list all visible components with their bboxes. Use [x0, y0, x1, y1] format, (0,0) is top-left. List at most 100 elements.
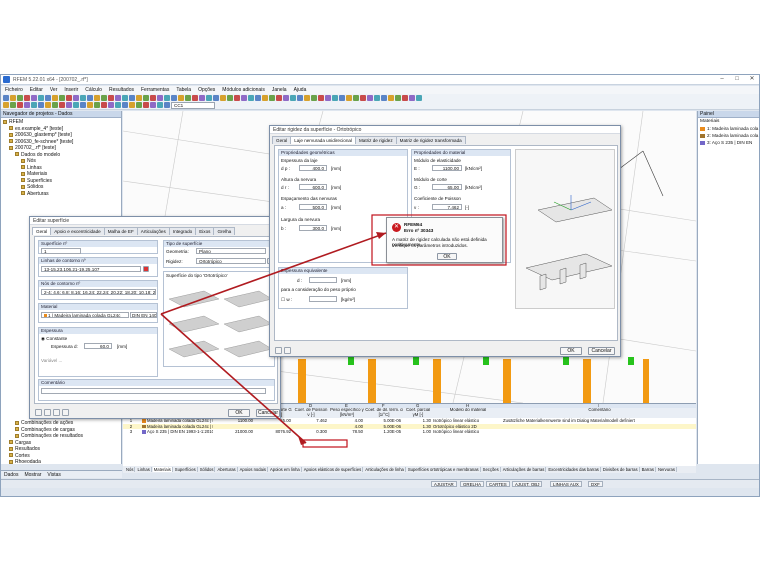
grid-icon[interactable] — [44, 409, 51, 416]
dialog-tab[interactable]: Geral — [272, 136, 292, 144]
toolbar-tool-icon[interactable] — [3, 102, 9, 108]
stiffness-select[interactable]: Ortotrópico — [196, 258, 266, 264]
eq-d-input[interactable] — [309, 277, 337, 283]
toolbar-tool-icon[interactable] — [129, 95, 135, 101]
toolbar-tool-icon[interactable] — [360, 95, 366, 101]
stiffness-ok-button[interactable]: OK — [560, 347, 582, 355]
loadcase-select[interactable]: CC1 — [171, 102, 215, 109]
toolbar-tool-icon[interactable] — [192, 95, 198, 101]
menu-item-11[interactable]: Ajuda — [294, 87, 307, 93]
menu-item-8[interactable]: Opções — [198, 87, 215, 93]
toolbar-tool-icon[interactable] — [199, 95, 205, 101]
toolbar-tool-icon[interactable] — [388, 95, 394, 101]
table-row[interactable]: 3 Aço S 235 | DIN EN 1993-1-1:2010-12 2100… — [123, 429, 696, 435]
column-header[interactable]: Comentário — [503, 408, 696, 418]
toolbar-tool-icon[interactable] — [150, 95, 156, 101]
toolbar-tool-icon[interactable] — [87, 95, 93, 101]
toolbar-tool-icon[interactable] — [353, 95, 359, 101]
toolbar-tool-icon[interactable] — [220, 95, 226, 101]
maximize-button[interactable]: □ — [730, 76, 744, 83]
dr-input[interactable]: 600.0 — [299, 184, 327, 190]
b-input[interactable]: 300.0 — [299, 225, 327, 231]
table-cell-desc[interactable]: Aço S 235 | DIN EN 1993-1-1:2010-12 — [147, 429, 213, 435]
menu-item-3[interactable]: Inserir — [64, 87, 78, 93]
navigator-tab[interactable]: Vistas — [47, 472, 61, 478]
menu-item-2[interactable]: Ver — [50, 87, 58, 93]
column-header[interactable]: Coef. de Poisson ν [-] — [293, 408, 329, 418]
dp-input[interactable]: 400.0 — [299, 165, 327, 171]
thickness-d-input[interactable]: 60.0 — [84, 343, 112, 349]
toolbar-tool-icon[interactable] — [325, 95, 331, 101]
sheet-tab[interactable]: Barras — [641, 467, 656, 472]
navigator-item[interactable]: Aberturas — [3, 191, 121, 198]
sheet-tab[interactable]: Articulações de barras — [502, 467, 547, 472]
geometry-select[interactable]: Plano — [196, 248, 266, 254]
toolbar-tool-icon[interactable] — [80, 102, 86, 108]
table-cell-g[interactable]: 8076.92 — [255, 429, 291, 435]
table-cell-no[interactable]: 3 — [123, 429, 139, 435]
g-input[interactable]: 65.00 — [432, 184, 462, 190]
table-cell-alpha[interactable]: 1.20E-05 — [365, 429, 401, 435]
navigator-tab[interactable]: Dados — [4, 472, 18, 478]
comment-input[interactable] — [41, 388, 266, 394]
toolbar-tool-icon[interactable] — [416, 95, 422, 101]
stiffness-grid-icon[interactable] — [284, 347, 291, 354]
pick-lines-icon[interactable] — [143, 266, 149, 272]
toolbar-tool-icon[interactable] — [10, 95, 16, 101]
toolbar-tool-icon[interactable] — [395, 95, 401, 101]
toolbar-tool-icon[interactable] — [73, 95, 79, 101]
toolbar-tool-icon[interactable] — [66, 95, 72, 101]
toolbar-tool-icon[interactable] — [45, 95, 51, 101]
menu-item-7[interactable]: Tabela — [176, 87, 191, 93]
stiffness-cancel-button[interactable]: Cancelar — [588, 347, 615, 355]
check-icon[interactable] — [53, 409, 60, 416]
toolbar-tool-icon[interactable] — [227, 95, 233, 101]
dialog-tab[interactable]: Apoio e excentricidade — [50, 227, 105, 235]
surface-cancel-button[interactable]: Cancelar — [256, 409, 280, 417]
menu-item-6[interactable]: Ferramentas — [141, 87, 169, 93]
toolbar-tool-icon[interactable] — [164, 102, 170, 108]
sheet-tab[interactable]: Secções — [482, 467, 501, 472]
table-cell-ym[interactable]: 1.00 — [403, 429, 431, 435]
toolbar-tool-icon[interactable] — [52, 102, 58, 108]
toolbar-tool-icon[interactable] — [213, 95, 219, 101]
toolbar-tool-icon[interactable] — [409, 95, 415, 101]
column-header[interactable]: Peso específico γ [kN/m³] — [329, 408, 365, 418]
dialog-tab[interactable]: Malha de EF — [103, 227, 138, 235]
toolbar-tool-icon[interactable] — [17, 95, 23, 101]
sheet-tab[interactable]: Apoios elásticos de superfícies — [303, 467, 364, 472]
table-cell-gamma[interactable]: 78.50 — [329, 429, 363, 435]
toolbar-tool-icon[interactable] — [31, 95, 37, 101]
status-toggle-button[interactable]: CARTES — [486, 481, 510, 487]
dialog-tab[interactable]: Articulações — [136, 227, 170, 235]
toolbar-tool-icon[interactable] — [24, 102, 30, 108]
status-toggle-button[interactable]: AJUST. OBJ — [512, 481, 543, 487]
sheet-tab[interactable]: Materiais — [152, 467, 173, 472]
dialog-tab[interactable]: Geral — [32, 227, 52, 235]
toolbar-tool-icon[interactable] — [101, 102, 107, 108]
toolbar-tool-icon[interactable] — [94, 95, 100, 101]
toolbar-tool-icon[interactable] — [143, 102, 149, 108]
toolbar-tool-icon[interactable] — [136, 95, 142, 101]
boundary-nodes-input[interactable]: 2-4; 4,6; 6,8; 8,16; 16,24; 22,24; 20,22… — [41, 289, 156, 295]
dialog-tab[interactable]: Eixos — [195, 227, 215, 235]
status-toggle-button[interactable]: LINHAS AUX — [550, 481, 582, 487]
toolbar-tool-icon[interactable] — [143, 95, 149, 101]
status-toggle-button[interactable]: DXF — [588, 481, 603, 487]
sheet-tab[interactable]: Aberturas — [216, 467, 238, 472]
stiffness-help-icon[interactable] — [275, 347, 282, 354]
variable-button[interactable]: Variável ... — [41, 358, 62, 363]
toolbar-tool-icon[interactable] — [318, 95, 324, 101]
toolbar-tool-icon[interactable] — [122, 102, 128, 108]
column-header[interactable]: Coef. de dil. térm. α [1/°C] — [365, 408, 403, 418]
toolbar-tool-icon[interactable] — [234, 95, 240, 101]
menu-item-1[interactable]: Editar — [30, 87, 43, 93]
toolbar-tool-icon[interactable] — [45, 102, 51, 108]
toolbar-tool-icon[interactable] — [122, 95, 128, 101]
toolbar-tool-icon[interactable] — [150, 102, 156, 108]
surface-ok-button[interactable]: OK — [228, 409, 250, 417]
toolbar-tool-icon[interactable] — [59, 102, 65, 108]
dialog-tab[interactable]: Laje nervurada unidirecional — [290, 136, 356, 144]
toolbar-tool-icon[interactable] — [283, 95, 289, 101]
toolbar-tool-icon[interactable] — [367, 95, 373, 101]
